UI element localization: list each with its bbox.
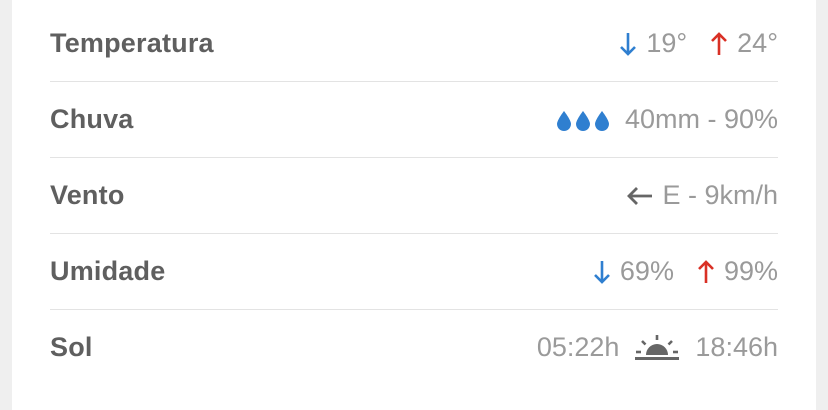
- humidity-max: 99%: [723, 256, 778, 286]
- sun-label: Sol: [50, 332, 93, 362]
- sunset-time: 18:46h: [695, 332, 778, 362]
- sun-value: 05:22h 18:46h: [537, 332, 778, 363]
- weather-details-card: Temperatura 19° 24° Chuva 40mm - 90% Ven…: [12, 0, 816, 410]
- rain-row: Chuva 40mm - 90%: [50, 82, 778, 158]
- humidity-label: Umidade: [50, 256, 166, 286]
- wind-label: Vento: [50, 180, 125, 210]
- temperature-max: 24°: [737, 28, 778, 58]
- arrow-down-icon: [592, 259, 612, 285]
- rain-value: 40mm - 90%: [555, 104, 778, 135]
- sun-row: Sol 05:22h 18:46h: [50, 310, 778, 385]
- raindrops-icon: [555, 108, 611, 132]
- sunrise-time: 05:22h: [536, 332, 620, 362]
- temperature-row: Temperatura 19° 24°: [50, 6, 778, 82]
- temperature-label: Temperatura: [50, 28, 214, 58]
- humidity-value: 69% 99%: [592, 256, 778, 287]
- arrow-up-icon: [696, 259, 716, 285]
- wind-speed: E - 9km/h: [662, 180, 778, 210]
- humidity-min: 69%: [619, 256, 674, 286]
- sunrise-sunset-icon: [633, 333, 681, 363]
- wind-row: Vento E - 9km/h: [50, 158, 778, 234]
- temperature-min: 19°: [646, 28, 688, 58]
- humidity-row: Umidade 69% 99%: [50, 234, 778, 310]
- wind-value: E - 9km/h: [626, 180, 778, 211]
- temperature-value: 19° 24°: [618, 28, 778, 59]
- weather-details-list: Temperatura 19° 24° Chuva 40mm - 90% Ven…: [50, 6, 778, 385]
- rain-amount: 40mm - 90%: [624, 104, 778, 134]
- arrow-up-icon: [709, 31, 729, 57]
- rain-label: Chuva: [50, 104, 134, 134]
- arrow-left-icon: [626, 184, 654, 208]
- arrow-down-icon: [618, 31, 638, 57]
